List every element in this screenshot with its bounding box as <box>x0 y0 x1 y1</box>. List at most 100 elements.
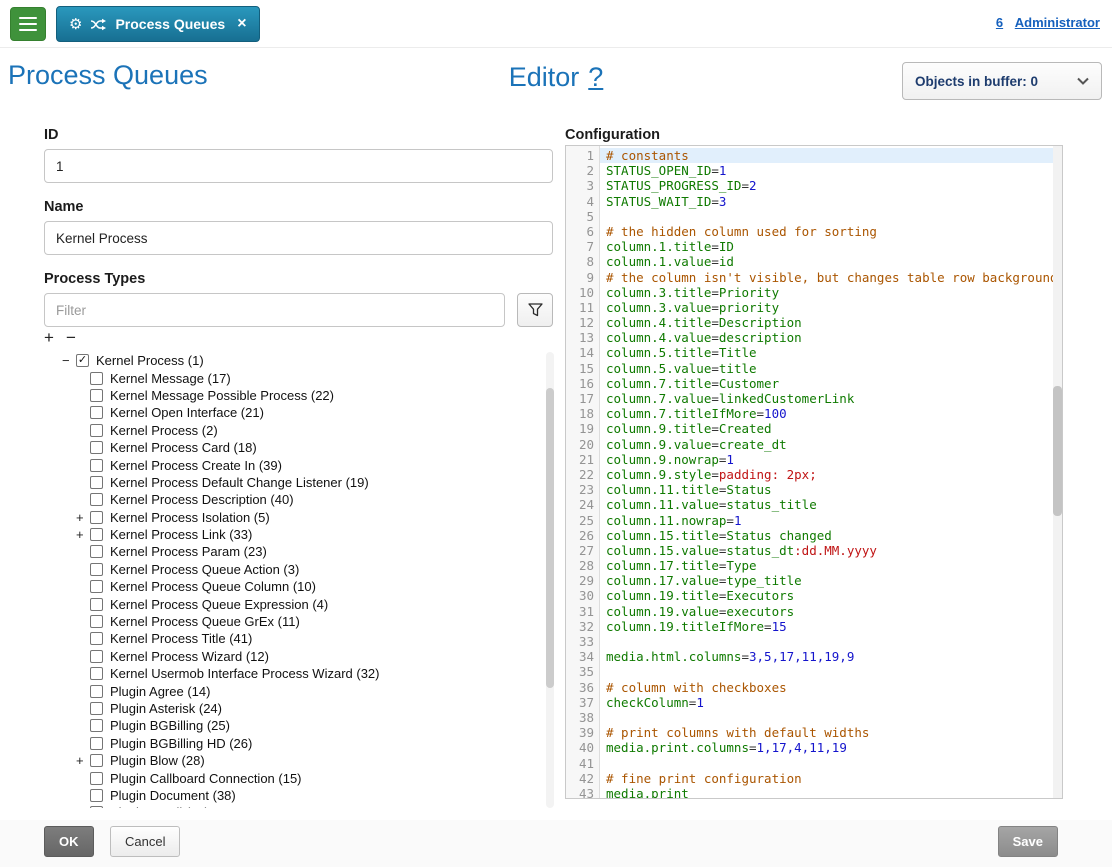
code-line[interactable]: column.17.title=Type <box>606 558 1062 573</box>
process-type-filter-input[interactable] <box>44 293 505 327</box>
tree-item[interactable]: Kernel Process Default Change Listener (… <box>44 474 544 491</box>
tree-item[interactable]: Plugin BGBilling (25) <box>44 717 544 734</box>
filter-button[interactable] <box>517 293 553 327</box>
menu-button[interactable] <box>10 7 46 41</box>
tree-item[interactable]: Kernel Process (2) <box>44 422 544 439</box>
tree-item-label[interactable]: Kernel Process Create In (39) <box>110 458 282 473</box>
tree-toggle-icon[interactable]: + <box>76 510 90 525</box>
tree-item-label[interactable]: Plugin Callboard Connection (15) <box>110 771 302 786</box>
user-id-link[interactable]: 6 <box>996 15 1003 30</box>
tree-checkbox[interactable] <box>90 441 103 454</box>
tree-checkbox[interactable] <box>90 632 103 645</box>
code-line[interactable]: column.4.title=Description <box>606 315 1062 330</box>
code-line[interactable]: # the column isn't visible, but changes … <box>606 270 1062 285</box>
code-line[interactable]: column.19.title=Executors <box>606 588 1062 603</box>
tree-checkbox[interactable] <box>90 511 103 524</box>
tree-item[interactable]: Kernel Process Description (40) <box>44 491 544 508</box>
code-line[interactable]: column.1.value=id <box>606 254 1062 269</box>
tree-item-label[interactable]: Kernel Process Queue GrEx (11) <box>110 614 300 629</box>
tree-toggle-icon[interactable]: + <box>76 527 90 542</box>
buffer-dropdown[interactable]: Objects in buffer: 0 <box>902 62 1102 100</box>
tree-checkbox[interactable] <box>90 719 103 732</box>
tree-checkbox[interactable] <box>90 459 103 472</box>
code-line[interactable]: column.9.style=padding: 2px; <box>606 467 1062 482</box>
code-line[interactable] <box>606 634 1062 649</box>
tree-item[interactable]: Kernel Process Queue Action (3) <box>44 561 544 578</box>
tree-item-label[interactable]: Kernel Process Isolation (5) <box>110 510 270 525</box>
help-link[interactable]: ? <box>588 62 603 93</box>
tree-item[interactable]: Kernel Process Card (18) <box>44 439 544 456</box>
tree-checkbox[interactable] <box>90 493 103 506</box>
tree-checkbox[interactable] <box>90 685 103 698</box>
tree-checkbox[interactable] <box>90 528 103 541</box>
tree-item[interactable]: Plugin BGBilling HD (26) <box>44 735 544 752</box>
tree-item-label[interactable]: Kernel Process Queue Column (10) <box>110 579 316 594</box>
tree-checkbox[interactable] <box>90 772 103 785</box>
code-line[interactable]: column.5.title=Title <box>606 345 1062 360</box>
tree-item-label[interactable]: Kernel Process Title (41) <box>110 631 252 646</box>
tree-checkbox[interactable] <box>90 372 103 385</box>
name-field[interactable] <box>44 221 553 255</box>
tree-item[interactable]: Kernel Open Interface (21) <box>44 404 544 421</box>
code-line[interactable]: media.print.columns=1,17,4,11,19 <box>606 740 1062 755</box>
tree-item[interactable]: +Kernel Process Link (33) <box>44 526 544 543</box>
code-line[interactable]: # print columns with default widths <box>606 725 1062 740</box>
code-area[interactable]: # constantsSTATUS_OPEN_ID=1STATUS_PROGRE… <box>600 146 1062 798</box>
tree-item-label[interactable]: Kernel Process (1) <box>96 353 204 368</box>
editor-scrollbar[interactable] <box>1053 146 1062 798</box>
code-line[interactable]: column.1.title=ID <box>606 239 1062 254</box>
code-line[interactable]: column.19.value=executors <box>606 604 1062 619</box>
tree-toggle-icon[interactable]: − <box>62 353 76 368</box>
tree-item-label[interactable]: Kernel Message Possible Process (22) <box>110 388 334 403</box>
tree-item-label[interactable]: Kernel Process Default Change Listener (… <box>110 475 369 490</box>
code-line[interactable] <box>606 664 1062 679</box>
code-line[interactable]: column.3.title=Priority <box>606 285 1062 300</box>
tree-checkbox[interactable]: ✓ <box>76 354 89 367</box>
tree-item-label[interactable]: Plugin Asterisk (24) <box>110 701 222 716</box>
code-line[interactable] <box>606 756 1062 771</box>
code-line[interactable]: column.7.titleIfMore=100 <box>606 406 1062 421</box>
tree-checkbox[interactable] <box>90 580 103 593</box>
tree-item[interactable]: Kernel Process Create In (39) <box>44 456 544 473</box>
code-line[interactable]: # fine print configuration <box>606 771 1062 786</box>
tree-checkbox[interactable] <box>90 789 103 802</box>
tree-item[interactable]: Plugin Callboard Connection (15) <box>44 769 544 786</box>
tree-item[interactable]: Kernel Message (17) <box>44 369 544 386</box>
tree-checkbox[interactable] <box>90 424 103 437</box>
code-line[interactable]: column.11.value=status_title <box>606 497 1062 512</box>
tree-checkbox[interactable] <box>90 754 103 767</box>
code-line[interactable]: STATUS_PROGRESS_ID=2 <box>606 178 1062 193</box>
editor-scrollbar-thumb[interactable] <box>1053 386 1062 516</box>
tree-item-label[interactable]: Plugin BGBilling HD (26) <box>110 736 252 751</box>
code-line[interactable]: column.15.value=status_dt:dd.MM.yyyy <box>606 543 1062 558</box>
tree-item-label[interactable]: Kernel Message (17) <box>110 371 231 386</box>
cancel-button[interactable]: Cancel <box>110 826 180 857</box>
tree-scrollbar[interactable] <box>546 352 554 808</box>
tree-item[interactable]: Kernel Process Title (41) <box>44 630 544 647</box>
tree-item-label[interactable]: Plugin Blow (28) <box>110 753 205 768</box>
tree-checkbox[interactable] <box>90 667 103 680</box>
tree-checkbox[interactable] <box>90 702 103 715</box>
id-field[interactable] <box>44 149 553 183</box>
tree-item[interactable]: Plugin Email (31) <box>44 804 544 808</box>
tree-item[interactable]: Kernel Process Wizard (12) <box>44 648 544 665</box>
tree-scrollbar-thumb[interactable] <box>546 388 554 688</box>
tree-item-label[interactable]: Plugin BGBilling (25) <box>110 718 230 733</box>
tree-item[interactable]: Kernel Process Queue Expression (4) <box>44 595 544 612</box>
code-line[interactable]: media.print <box>606 786 1062 798</box>
tree-checkbox[interactable] <box>90 806 103 808</box>
tree-item[interactable]: Plugin Document (38) <box>44 787 544 804</box>
code-line[interactable]: column.5.value=title <box>606 361 1062 376</box>
tree-item-label[interactable]: Kernel Process Card (18) <box>110 440 257 455</box>
tree-item-label[interactable]: Kernel Process Queue Action (3) <box>110 562 299 577</box>
code-line[interactable]: column.11.title=Status <box>606 482 1062 497</box>
tree-item[interactable]: Kernel Message Possible Process (22) <box>44 387 544 404</box>
code-line[interactable]: column.3.value=priority <box>606 300 1062 315</box>
tree-item[interactable]: −✓ Kernel Process (1) <box>44 352 544 369</box>
tree-item[interactable]: +Plugin Blow (28) <box>44 752 544 769</box>
tree-checkbox[interactable] <box>90 563 103 576</box>
code-line[interactable]: column.9.value=create_dt <box>606 437 1062 452</box>
code-line[interactable]: checkColumn=1 <box>606 695 1062 710</box>
tree-item-label[interactable]: Kernel Process Param (23) <box>110 544 267 559</box>
code-line[interactable]: # column with checkboxes <box>606 680 1062 695</box>
